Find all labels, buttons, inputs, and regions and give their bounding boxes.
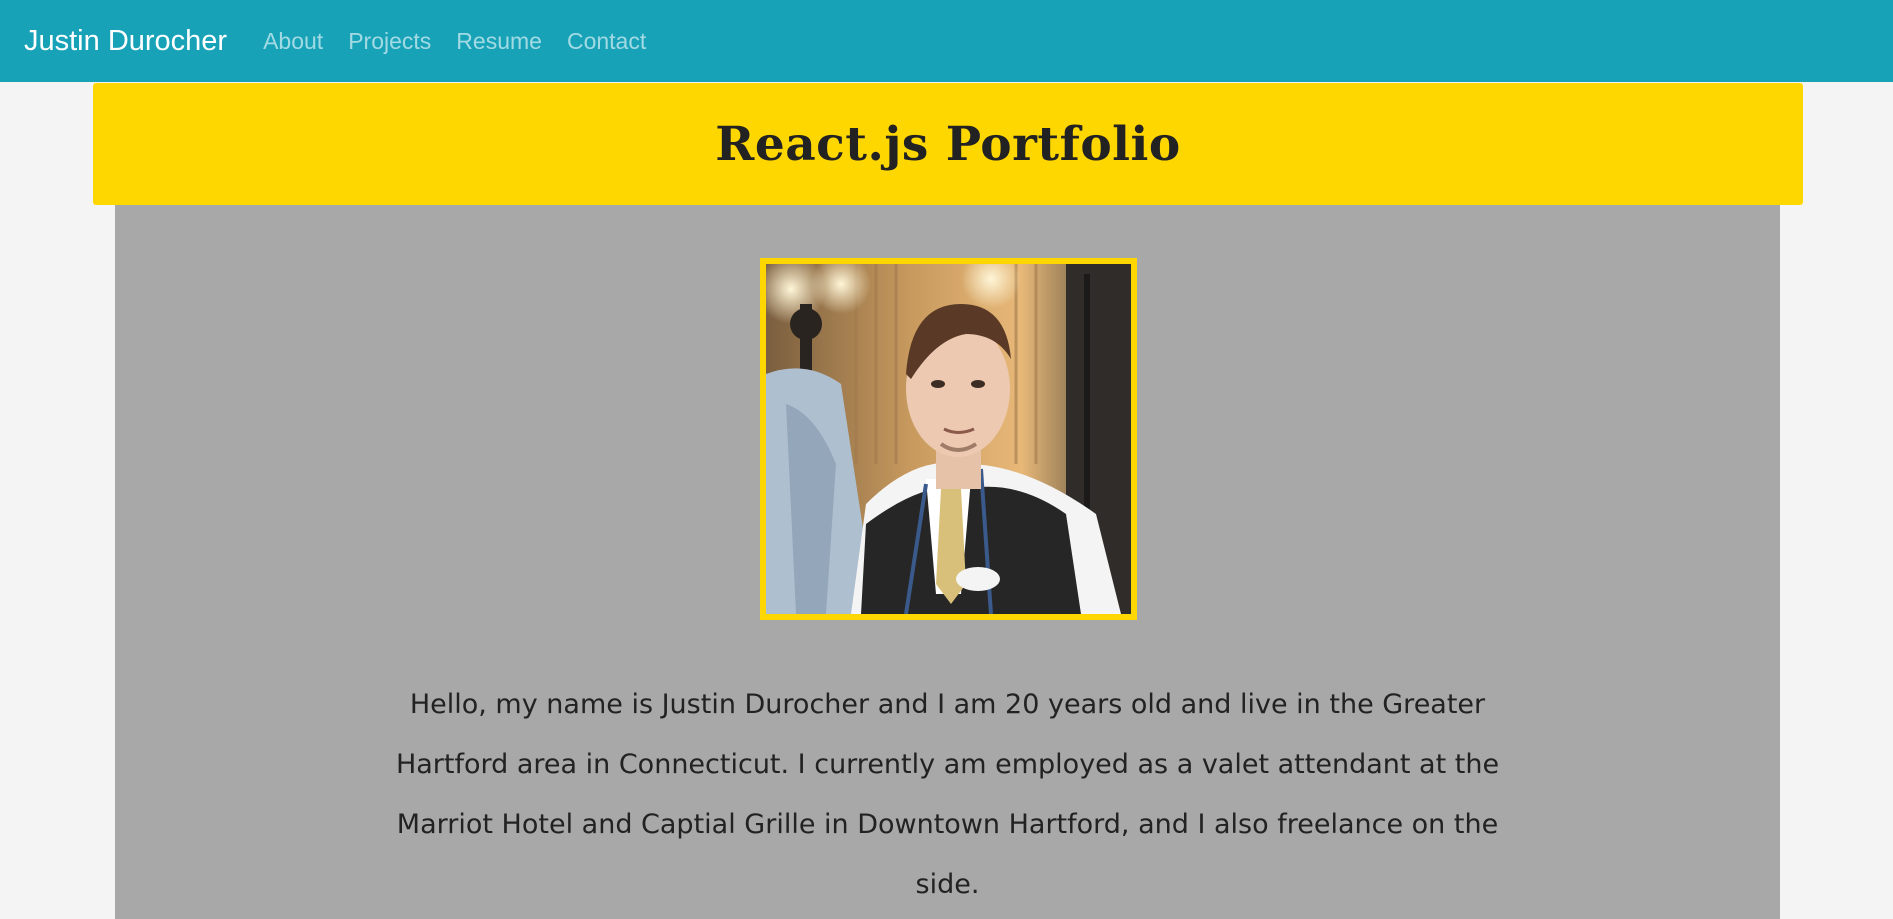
nav-link-about[interactable]: About [263, 28, 323, 55]
top-navbar: Justin Durocher About Projects Resume Co… [0, 0, 1893, 82]
nav-link-projects[interactable]: Projects [348, 28, 431, 55]
about-section: Hello, my name is Justin Durocher and I … [115, 205, 1780, 919]
nav-link-contact[interactable]: Contact [567, 28, 646, 55]
profile-photo [760, 258, 1137, 620]
hero-banner: React.js Portfolio [93, 83, 1803, 205]
page-title: React.js Portfolio [715, 116, 1181, 172]
navbar-brand[interactable]: Justin Durocher [24, 25, 227, 58]
profile-photo-illustration [766, 264, 1131, 614]
bio-paragraph: Hello, my name is Justin Durocher and I … [395, 689, 1500, 900]
nav-link-resume[interactable]: Resume [456, 28, 542, 55]
